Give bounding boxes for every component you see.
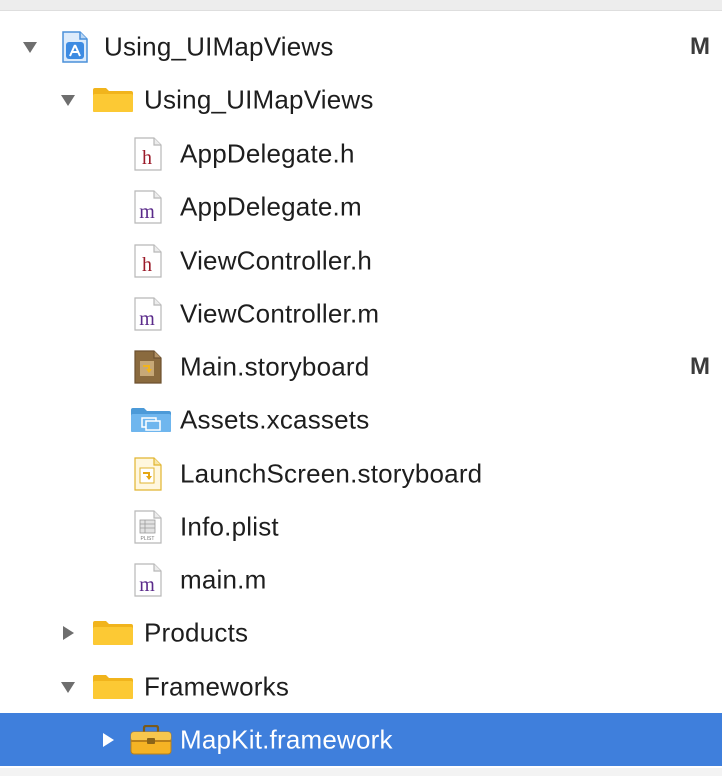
tree-row-label: Using_UIMapViews	[144, 84, 374, 114]
tree-row-label: Frameworks	[144, 671, 290, 701]
disclosure-expanded-icon[interactable]	[60, 92, 76, 108]
framework-toolbox-icon	[130, 724, 172, 755]
header-file-icon: h	[134, 243, 162, 278]
objc-file-icon: m	[134, 296, 162, 331]
asset-catalog-icon	[130, 407, 172, 433]
folder-icon	[92, 87, 134, 113]
tree-row-label: LaunchScreen.storyboard	[180, 458, 483, 488]
objc-file-icon: m	[134, 189, 162, 224]
tree-row-label: Products	[144, 617, 249, 647]
modified-badge: M	[690, 352, 710, 380]
tree-row-file[interactable]: h AppDelegate.h	[0, 127, 722, 180]
tree-row-file[interactable]: h ViewController.h	[0, 234, 722, 287]
tree-row-file[interactable]: m main.m	[0, 553, 722, 606]
folder-icon	[92, 674, 134, 700]
tree-row-label: Assets.xcassets	[180, 404, 370, 434]
tree-row-file[interactable]: m AppDelegate.m	[0, 180, 722, 233]
svg-text:h: h	[142, 254, 152, 276]
disclosure-expanded-icon[interactable]	[22, 39, 38, 55]
tree-row-group[interactable]: Products	[0, 606, 722, 659]
tree-row-project[interactable]: Using_UIMapViews M	[0, 20, 722, 73]
tree-row-label: Main.storyboard	[180, 351, 370, 381]
tree-row-label: MapKit.framework	[180, 724, 393, 754]
tree-row-label: ViewController.m	[180, 298, 380, 328]
modified-badge: M	[690, 32, 710, 60]
disclosure-expanded-icon[interactable]	[60, 679, 76, 695]
tree-row-file[interactable]: Main.storyboard M	[0, 340, 722, 393]
tree-row-file[interactable]: PLIST Info.plist	[0, 500, 722, 553]
tree-row-file[interactable]: m ViewController.m	[0, 287, 722, 340]
svg-text:m: m	[139, 574, 155, 596]
storyboard-icon	[134, 349, 162, 384]
tree-row-label: Info.plist	[180, 511, 279, 541]
tree-row-group[interactable]: Using_UIMapViews	[0, 73, 722, 126]
tree-row-group[interactable]: Frameworks	[0, 660, 722, 713]
svg-text:m: m	[139, 201, 155, 223]
tree-row-label: AppDelegate.m	[180, 191, 362, 221]
launchscreen-storyboard-icon	[134, 456, 162, 491]
tree-row-label: Using_UIMapViews	[104, 31, 334, 61]
navigator-bottom-edge	[0, 768, 722, 776]
tree-row-framework-selected[interactable]: MapKit.framework	[0, 713, 722, 766]
plist-file-icon: PLIST	[134, 509, 162, 544]
disclosure-collapsed-icon[interactable]	[60, 625, 76, 641]
folder-icon	[92, 620, 134, 646]
tree-row-file[interactable]: LaunchScreen.storyboard	[0, 447, 722, 500]
disclosure-collapsed-icon[interactable]	[100, 732, 116, 748]
tree-row-label: AppDelegate.h	[180, 138, 355, 168]
tree-row-label: main.m	[180, 564, 267, 594]
svg-text:PLIST: PLIST	[141, 536, 155, 542]
objc-file-icon: m	[134, 562, 162, 597]
tree-row-label: ViewController.h	[180, 245, 373, 275]
svg-text:h: h	[142, 147, 152, 169]
svg-text:m: m	[139, 308, 155, 330]
xcode-project-icon	[62, 30, 88, 63]
header-file-icon: h	[134, 136, 162, 171]
tree-row-file[interactable]: Assets.xcassets	[0, 393, 722, 446]
navigator-top-divider	[0, 0, 722, 11]
